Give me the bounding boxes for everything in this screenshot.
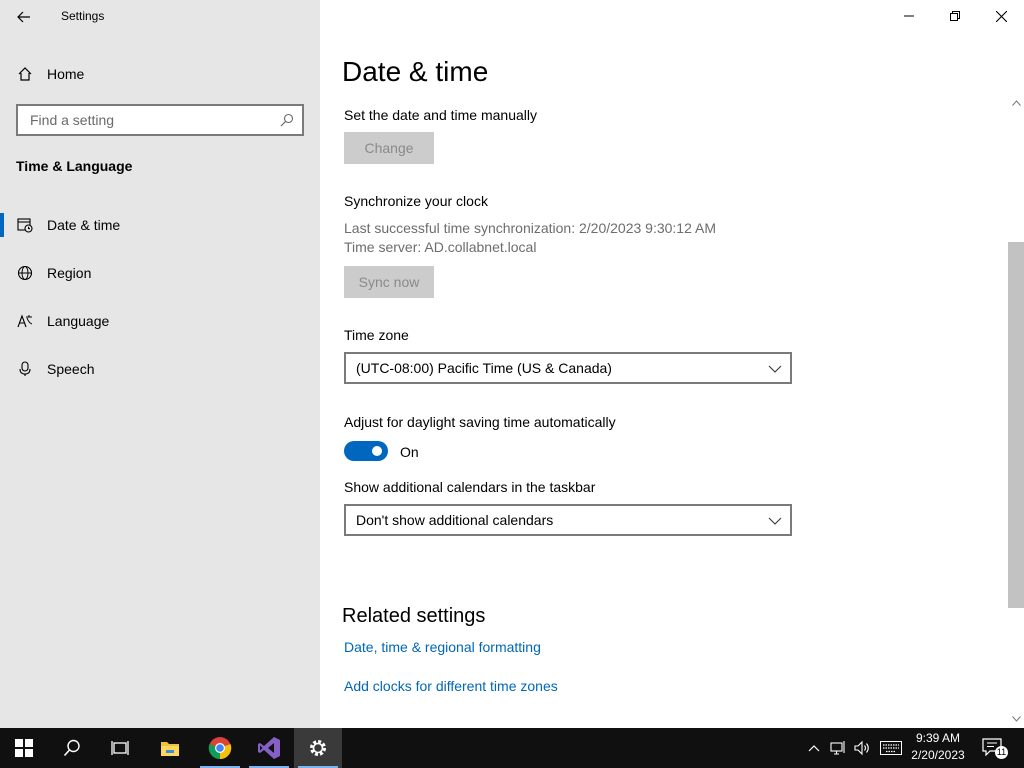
scroll-up-button[interactable]: [1008, 96, 1024, 110]
file-explorer-icon: [161, 742, 179, 756]
calendar-clock-icon: [17, 218, 33, 233]
microphone-icon: [19, 361, 31, 376]
related-settings-title: Related settings: [342, 605, 486, 627]
time-zone-dropdown[interactable]: (UTC-08:00) Pacific Time (US & Canada): [344, 352, 792, 384]
toggle-knob: [372, 446, 382, 456]
time-zone-value: (UTC-08:00) Pacific Time (US & Canada): [356, 360, 612, 376]
dst-toggle-state: On: [400, 444, 419, 460]
sync-now-button[interactable]: Sync now: [344, 266, 434, 298]
section-title: Time & Language: [16, 158, 133, 174]
time-server-text: Time server: AD.collabnet.local: [344, 239, 537, 255]
close-button[interactable]: [978, 0, 1024, 32]
visual-studio-icon: [258, 737, 280, 759]
scrollbar-thumb[interactable]: [1008, 242, 1024, 608]
sidebar-item-speech[interactable]: Speech: [0, 351, 320, 387]
file-explorer-button[interactable]: [146, 728, 194, 768]
sidebar-item-date-time[interactable]: Date & time: [0, 207, 320, 243]
regional-formatting-link[interactable]: Date, time & regional formatting: [344, 639, 541, 655]
sidebar-item-label: Language: [47, 313, 110, 329]
sidebar-item-home[interactable]: Home: [0, 60, 320, 88]
add-clocks-link[interactable]: Add clocks for different time zones: [344, 678, 558, 694]
last-sync-text: Last successful time synchronization: 2/…: [344, 220, 716, 236]
chrome-icon: [208, 737, 232, 760]
change-button[interactable]: Change: [344, 132, 434, 164]
search-icon: [63, 739, 80, 757]
taskbar-search-button[interactable]: [48, 728, 96, 768]
start-icon: [15, 739, 33, 757]
settings-icon: [310, 740, 326, 756]
taskbar-clock[interactable]: 9:39 AM 2/20/2023: [902, 730, 974, 764]
scroll-down-button[interactable]: [1008, 712, 1024, 726]
chevron-down-icon: [768, 365, 782, 373]
language-icon: [17, 314, 33, 328]
start-button[interactable]: [0, 728, 48, 768]
sidebar-item-language[interactable]: Language: [0, 303, 320, 339]
back-arrow-icon: [17, 11, 30, 23]
chevron-down-icon: [1011, 716, 1021, 722]
visual-studio-button[interactable]: [245, 728, 293, 768]
additional-calendars-dropdown[interactable]: Don't show additional calendars: [344, 504, 792, 536]
search-input[interactable]: [28, 111, 273, 129]
touch-keyboard-button[interactable]: [880, 740, 902, 756]
home-icon: [18, 67, 32, 81]
task-view-icon: [111, 741, 129, 755]
chevron-down-icon: [768, 517, 782, 525]
notification-count-badge: 11: [995, 746, 1008, 759]
additional-calendars-value: Don't show additional calendars: [356, 512, 554, 528]
volume-tray-button[interactable]: [854, 740, 870, 756]
taskbar: 9:39 AM 2/20/2023 11: [0, 728, 1024, 768]
network-tray-button[interactable]: [830, 740, 846, 756]
volume-icon: [854, 740, 869, 756]
chevron-up-icon: [808, 745, 820, 752]
restore-button[interactable]: [932, 0, 978, 32]
keyboard-icon: [880, 741, 902, 755]
search-icon[interactable]: [280, 113, 294, 127]
active-indicator: [0, 213, 4, 237]
additional-calendars-label: Show additional calendars in the taskbar: [344, 479, 596, 495]
globe-icon: [17, 265, 33, 281]
restore-icon: [950, 11, 960, 21]
task-view-button[interactable]: [96, 728, 144, 768]
time-zone-label: Time zone: [344, 327, 409, 343]
sidebar-item-region[interactable]: Region: [0, 255, 320, 291]
app-title: Settings: [61, 9, 105, 23]
sync-clock-label: Synchronize your clock: [344, 193, 488, 209]
notification-center-button[interactable]: 11: [982, 738, 1008, 759]
sidebar-item-label: Date & time: [47, 217, 121, 233]
sidebar-item-label: Home: [47, 66, 85, 82]
clock-date: 2/20/2023: [911, 748, 965, 762]
show-hidden-icons-button[interactable]: [806, 740, 822, 756]
minimize-button[interactable]: [886, 0, 932, 32]
sidebar-item-label: Speech: [47, 361, 95, 377]
sidebar-item-label: Region: [47, 265, 92, 281]
back-button[interactable]: [10, 6, 38, 28]
clock-time: 9:39 AM: [915, 731, 961, 745]
minimize-icon: [904, 15, 914, 17]
dst-toggle[interactable]: [344, 441, 388, 461]
chevron-up-icon: [1011, 100, 1021, 106]
search-box[interactable]: [16, 104, 304, 136]
sidebar: Settings Home Time & Language Date & tim…: [0, 0, 320, 728]
network-icon: [830, 741, 845, 755]
manual-date-label: Set the date and time manually: [344, 107, 538, 123]
settings-taskbar-button[interactable]: [294, 728, 342, 768]
chrome-button[interactable]: [196, 728, 244, 768]
page-title: Date & time: [342, 56, 489, 87]
close-icon: [995, 10, 1007, 22]
dst-label: Adjust for daylight saving time automati…: [344, 414, 616, 430]
